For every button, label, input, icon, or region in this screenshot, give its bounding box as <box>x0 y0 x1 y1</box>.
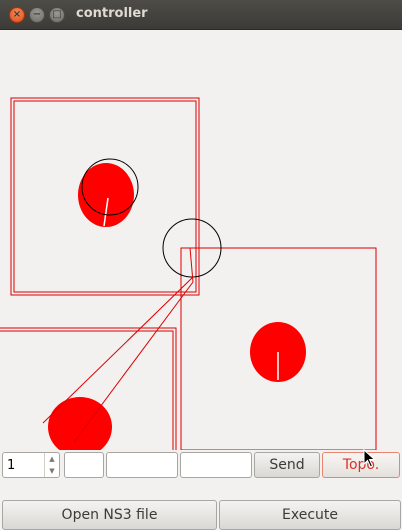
action-row: Open NS3 file Execute <box>0 500 402 530</box>
title-bar: × − □ controller <box>0 0 402 30</box>
minimize-icon[interactable]: − <box>29 7 45 23</box>
link-line <box>73 281 194 443</box>
execute-button[interactable]: Execute <box>219 500 401 530</box>
command-field-2[interactable] <box>106 452 178 478</box>
mouse-pointer-icon <box>363 449 376 468</box>
command-field-3[interactable] <box>180 452 252 478</box>
spin-down-icon[interactable]: ▼ <box>45 465 59 477</box>
link-line <box>42 276 194 424</box>
maximize-icon[interactable]: □ <box>49 7 65 23</box>
topology-canvas[interactable] <box>0 30 402 450</box>
node-disc[interactable] <box>48 397 112 450</box>
control-row: ▲ ▼ Send Topo. <box>0 450 402 482</box>
spin-up-icon[interactable]: ▲ <box>45 453 59 465</box>
close-icon[interactable]: × <box>9 7 25 23</box>
send-button[interactable]: Send <box>254 452 320 478</box>
command-field-1[interactable] <box>64 452 104 478</box>
node-id-spinner[interactable]: ▲ ▼ <box>2 452 60 478</box>
open-ns3-file-button[interactable]: Open NS3 file <box>2 500 217 530</box>
window-title: controller <box>76 6 148 21</box>
spin-arrows: ▲ ▼ <box>44 453 59 477</box>
topo-button[interactable]: Topo. <box>322 452 400 478</box>
node-id-input[interactable] <box>5 455 47 475</box>
